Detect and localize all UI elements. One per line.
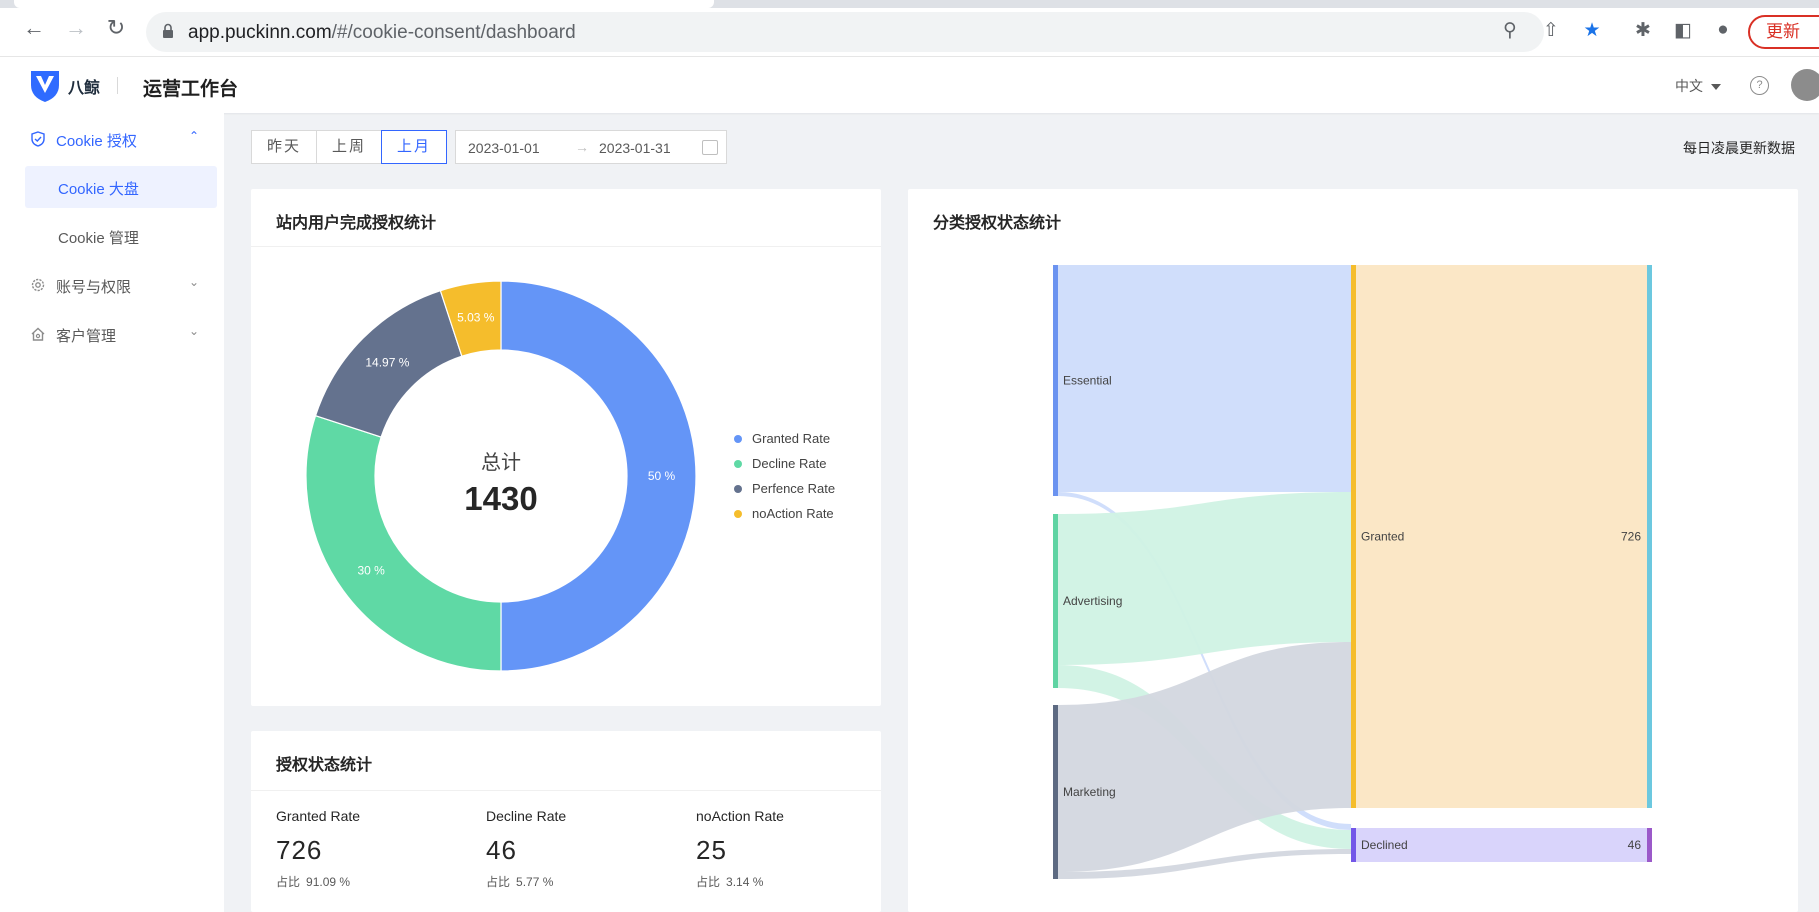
sankey-node-label: Advertising (1063, 594, 1122, 608)
forward-icon[interactable]: → (62, 14, 90, 42)
legend-dot (734, 460, 742, 468)
range-yesterday-button[interactable]: 昨天 (251, 130, 317, 164)
sankey-node-edge (1647, 828, 1652, 862)
date-range-picker[interactable]: 2023-01-01 → 2023-01-31 (455, 130, 727, 164)
sidebar-item-cookie-manage[interactable]: Cookie 管理 (25, 215, 217, 257)
legend-label: Perfence Rate (752, 481, 836, 496)
share-icon[interactable]: ⇧ (1539, 18, 1563, 42)
donut-chart: 50 % 30 % 14.97 % 5.03 % 总计 1430 (305, 280, 697, 672)
app-header: 八鲸 运营工作台 中文 ? (0, 57, 1819, 113)
language-select[interactable]: 中文 (1675, 76, 1721, 96)
legend-label: noAction Rate (752, 506, 834, 521)
legend-label: Decline Rate (752, 456, 827, 471)
tab-strip (0, 0, 1819, 8)
help-icon[interactable]: ? (1750, 76, 1769, 95)
sankey-node-marketing[interactable] (1053, 705, 1058, 879)
range-last-week-button[interactable]: 上周 (316, 130, 382, 164)
sankey-node-label: Granted (1361, 530, 1404, 544)
donut-slice-label: 5.03 % (457, 310, 495, 324)
donut-center-label: 总计 (481, 451, 521, 474)
sankey-node-essential[interactable] (1053, 265, 1058, 496)
sankey-node-declined[interactable] (1351, 828, 1356, 862)
sankey-node-label: Declined (1361, 838, 1408, 852)
calendar-icon[interactable] (702, 140, 718, 155)
stats-card-title: 授权状态统计 (276, 757, 373, 774)
avatar[interactable] (1791, 69, 1819, 101)
home-icon (31, 327, 45, 341)
sankey-node-label: Marketing (1063, 785, 1116, 799)
extensions-icon[interactable]: ✱ (1631, 18, 1655, 42)
donut-slice-label: 14.97 % (365, 356, 409, 370)
address-bar[interactable]: app.puckinn.com/#/cookie-consent/dashboa… (146, 12, 1544, 52)
sankey-node-advertising[interactable] (1053, 514, 1058, 688)
legend-dot (734, 485, 742, 493)
update-button[interactable]: 更新 (1748, 15, 1819, 49)
stat-noaction: noAction Rate 25 占比 3.14 % (696, 808, 784, 889)
header-divider (117, 77, 118, 94)
sankey-node-value: 46 (1628, 838, 1642, 852)
browser-toolbar: ← → ↻ app.puckinn.com/#/cookie-consent/d… (0, 0, 1819, 57)
lock-icon (163, 23, 173, 38)
donut-slice-decline-rate[interactable] (305, 414, 502, 672)
sankey-node-edge (1647, 265, 1652, 808)
stat-declined: Decline Rate 46 占比 5.77 % (486, 808, 567, 889)
reload-icon[interactable]: ↻ (102, 14, 130, 42)
url-text: app.puckinn.com/#/cookie-consent/dashboa… (188, 22, 576, 43)
brand-name: 八鲸 (68, 80, 101, 97)
end-date[interactable]: 2023-01-31 (599, 140, 671, 156)
chevron-down-icon: ⌄ (189, 275, 200, 289)
start-date[interactable]: 2023-01-01 (468, 140, 540, 156)
stat-granted: Granted Rate 726 占比 91.09 % (276, 808, 361, 889)
sankey-chart: Essential Advertising Marketing Granted 726 D… (1053, 265, 1652, 879)
bookmark-star-icon[interactable]: ★ (1580, 18, 1604, 42)
sankey-link-advertising-granted[interactable] (1058, 492, 1351, 665)
range-arrow-icon: → (575, 139, 589, 155)
page-title: 运营工作台 (143, 79, 239, 100)
card-divider (251, 790, 881, 791)
caret-down-icon (1711, 84, 1721, 91)
chevron-down-icon: ⌄ (189, 324, 200, 338)
back-icon[interactable]: ← (20, 14, 48, 42)
profile-icon[interactable]: ● (1711, 18, 1735, 42)
range-last-month-button[interactable]: 上月 (381, 130, 447, 164)
legend-dot (734, 435, 742, 443)
browser-tab[interactable] (14, 0, 714, 8)
sankey-node-label: Essential (1063, 374, 1112, 388)
legend-label: Granted Rate (752, 431, 831, 446)
sankey-node-granted[interactable] (1351, 265, 1356, 808)
legend-dot (734, 510, 742, 518)
sidebar-item-cookie-auth[interactable]: Cookie 授权 ⌃ (0, 117, 224, 161)
sankey-node-value: 726 (1621, 530, 1641, 544)
update-note: 每日凌晨更新数据 (1683, 140, 1795, 156)
sidebar-item-customers[interactable]: 客户管理 ⌄ (0, 312, 224, 356)
sidebar-item-cookie-dashboard[interactable]: Cookie 大盘 (25, 166, 217, 208)
donut-slice-label: 30 % (357, 563, 385, 577)
donut-center-value: 1430 (464, 480, 537, 517)
donut-slice-label: 50 % (648, 469, 676, 483)
chevron-up-icon: ⌃ (189, 129, 200, 143)
side-panel-icon[interactable]: ◧ (1671, 18, 1695, 42)
gear-icon (31, 278, 45, 292)
zoom-out-icon[interactable]: ⚲ (1498, 18, 1522, 42)
shield-check-icon (31, 131, 45, 147)
sidebar-item-account[interactable]: 账号与权限 ⌄ (0, 263, 224, 307)
sidebar: Cookie 授权 ⌃ Cookie 大盘 Cookie 管理 账号与权限 ⌄ … (0, 113, 224, 912)
logo-icon (31, 71, 59, 102)
